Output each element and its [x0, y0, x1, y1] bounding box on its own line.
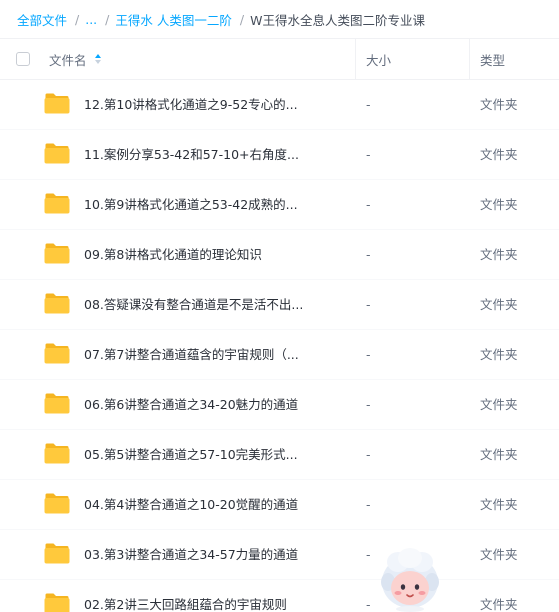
column-divider[interactable]: [355, 39, 356, 80]
folder-icon: [44, 243, 70, 264]
file-type: 文件夹: [480, 97, 518, 112]
file-type: 文件夹: [480, 297, 518, 312]
file-type: 文件夹: [480, 597, 518, 612]
folder-icon: [44, 543, 70, 564]
sort-icon[interactable]: [94, 53, 103, 66]
breadcrumb-parent[interactable]: 王得水 人类图一二阶: [115, 10, 231, 29]
file-name[interactable]: 12.第10讲格式化通道之9-52专心的...: [84, 80, 298, 130]
folder-icon: [44, 343, 70, 364]
breadcrumb-root[interactable]: 全部文件: [17, 10, 67, 29]
file-row[interactable]: 11.案例分享53-42和57-10+右角度... - 文件夹: [0, 130, 559, 180]
breadcrumb-separator: /: [239, 11, 245, 27]
column-name-header[interactable]: 文件名: [49, 39, 103, 80]
file-size: -: [366, 147, 371, 162]
column-name-label: 文件名: [49, 53, 87, 68]
folder-icon: [44, 193, 70, 214]
column-type-label: 类型: [480, 53, 506, 68]
folder-icon: [44, 293, 70, 314]
breadcrumb-separator: /: [75, 11, 80, 27]
breadcrumb: 全部文件 / ... / 王得水 人类图一二阶 / W王得水全息人类图二阶专业课: [0, 0, 559, 38]
file-row[interactable]: 10.第9讲格式化通道之53-42成熟的... - 文件夹: [0, 180, 559, 230]
file-row[interactable]: 06.第6讲整合通道之34-20魅力的通道 - 文件夹: [0, 380, 559, 430]
file-size: -: [366, 347, 371, 362]
file-name[interactable]: 09.第8讲格式化通道的理论知识: [84, 230, 262, 280]
assistant-mascot-icon[interactable]: [378, 546, 442, 612]
folder-icon: [44, 393, 70, 414]
column-size-label: 大小: [366, 53, 392, 68]
file-size: -: [366, 397, 371, 412]
folder-icon: [44, 143, 70, 164]
file-name[interactable]: 05.第5讲整合通道之57-10完美形式...: [84, 430, 298, 480]
file-list-header: 文件名 大小 类型: [0, 38, 559, 80]
column-size-header[interactable]: 大小: [366, 39, 391, 80]
file-row[interactable]: 03.第3讲整合通道之34-57力量的通道 - 文件夹: [0, 530, 559, 580]
file-row[interactable]: 09.第8讲格式化通道的理论知识 - 文件夹: [0, 230, 559, 280]
column-divider[interactable]: [469, 39, 470, 80]
file-row[interactable]: 08.答疑课没有整合通道是不是活不出... - 文件夹: [0, 280, 559, 330]
file-name[interactable]: 06.第6讲整合通道之34-20魅力的通道: [84, 380, 298, 430]
folder-icon: [44, 593, 70, 612]
file-name[interactable]: 10.第9讲格式化通道之53-42成熟的...: [84, 180, 298, 230]
file-type: 文件夹: [480, 197, 518, 212]
breadcrumb-current: W王得水全息人类图二阶专业课: [250, 12, 425, 28]
file-name[interactable]: 08.答疑课没有整合通道是不是活不出...: [84, 280, 303, 330]
file-type: 文件夹: [480, 247, 518, 262]
file-name[interactable]: 07.第7讲整合通道蕴含的宇宙规则（...: [84, 330, 299, 380]
file-row[interactable]: 07.第7讲整合通道蕴含的宇宙规则（... - 文件夹: [0, 330, 559, 380]
folder-icon: [44, 493, 70, 514]
file-size: -: [366, 447, 371, 462]
column-type-header[interactable]: 类型: [480, 39, 505, 80]
select-all-checkbox[interactable]: [16, 52, 30, 66]
file-size: -: [366, 297, 371, 312]
file-type: 文件夹: [480, 397, 518, 412]
file-size: -: [366, 247, 371, 262]
breadcrumb-ellipsis[interactable]: ...: [85, 12, 97, 27]
file-size: -: [366, 547, 371, 562]
file-type: 文件夹: [480, 447, 518, 462]
file-row[interactable]: 02.第2讲三大回路組蕴合的宇宙规则 - 文件夹: [0, 580, 559, 612]
file-name[interactable]: 11.案例分享53-42和57-10+右角度...: [84, 130, 299, 180]
file-row[interactable]: 05.第5讲整合通道之57-10完美形式... - 文件夹: [0, 430, 559, 480]
breadcrumb-separator: /: [105, 11, 110, 27]
folder-icon: [44, 443, 70, 464]
file-size: -: [366, 597, 371, 612]
file-type: 文件夹: [480, 347, 518, 362]
file-size: -: [366, 497, 371, 512]
file-type: 文件夹: [480, 547, 518, 562]
file-size: -: [366, 197, 371, 212]
file-row[interactable]: 12.第10讲格式化通道之9-52专心的... - 文件夹: [0, 80, 559, 130]
file-name[interactable]: 02.第2讲三大回路組蕴合的宇宙规则: [84, 580, 287, 612]
file-name[interactable]: 03.第3讲整合通道之34-57力量的通道: [84, 530, 298, 580]
file-list: 12.第10讲格式化通道之9-52专心的... - 文件夹 11.案例分享53-…: [0, 80, 559, 612]
folder-icon: [44, 93, 70, 114]
file-size: -: [366, 97, 371, 112]
file-name[interactable]: 04.第4讲整合通道之10-20觉醒的通道: [84, 480, 298, 530]
file-type: 文件夹: [480, 147, 518, 162]
file-type: 文件夹: [480, 497, 518, 512]
file-row[interactable]: 04.第4讲整合通道之10-20觉醒的通道 - 文件夹: [0, 480, 559, 530]
